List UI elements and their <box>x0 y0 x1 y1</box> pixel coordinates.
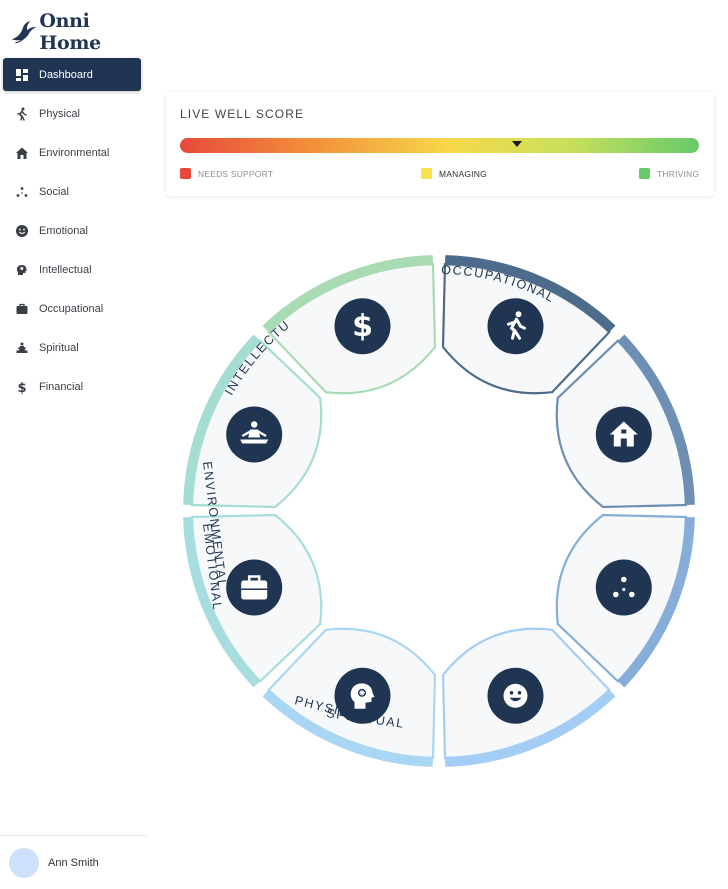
sidebar-item-label: Dashboard <box>39 68 93 81</box>
legend-swatch-yellow <box>421 168 432 179</box>
dollar-icon: $ <box>15 380 29 394</box>
sidebar-item-label: Intellectual <box>39 263 92 276</box>
social-dots-icon[interactable] <box>595 559 652 616</box>
home-icon <box>15 146 29 160</box>
legend-swatch-green <box>639 168 650 179</box>
briefcase-icon[interactable] <box>226 559 283 616</box>
brain-head-icon[interactable] <box>334 667 391 724</box>
legend-needs-support: NEEDS SUPPORT <box>180 168 273 179</box>
live-well-score-card: LIVE WELL SCORE NEEDS SUPPORT MANAGING T… <box>166 92 714 196</box>
sidebar-item-label: Physical <box>39 107 80 120</box>
home-icon[interactable] <box>595 406 652 463</box>
meditation-icon <box>15 341 29 355</box>
legend-managing: MANAGING <box>421 168 487 179</box>
score-marker <box>512 141 523 147</box>
sidebar-item-occupational[interactable]: Occupational <box>3 292 141 325</box>
sidebar-item-intellectual[interactable]: Intellectual <box>3 253 141 286</box>
sidebar-item-environmental[interactable]: Environmental <box>3 136 141 169</box>
svg-text:$: $ <box>17 381 26 394</box>
score-title: LIVE WELL SCORE <box>180 107 305 121</box>
sidebar-item-dashboard[interactable]: Dashboard <box>3 58 141 91</box>
legend-label: MANAGING <box>439 168 487 179</box>
legend-thriving: THRIVING <box>639 168 699 179</box>
score-gradient-bar <box>180 138 699 153</box>
user-profile[interactable]: Ann Smith <box>0 835 147 889</box>
sidebar-nav: Dashboard Physical Environmental Social … <box>3 58 141 409</box>
meditation-icon[interactable] <box>226 406 283 463</box>
avatar[interactable] <box>9 847 39 878</box>
walking-icon[interactable] <box>487 298 544 355</box>
legend-label: NEEDS SUPPORT <box>198 168 274 179</box>
sidebar-item-financial[interactable]: $ Financial <box>3 370 141 403</box>
sidebar-item-label: Social <box>39 185 69 198</box>
sidebar-item-label: Financial <box>39 380 84 393</box>
app-name: Onni Home <box>39 10 101 54</box>
bird-logo-icon <box>11 21 37 44</box>
sidebar-item-label: Emotional <box>39 224 88 237</box>
briefcase-icon <box>15 302 29 316</box>
dashboard-icon <box>15 68 29 82</box>
legend-label: THRIVING <box>657 168 700 179</box>
sidebar-item-label: Spiritual <box>39 341 79 354</box>
legend-swatch-red <box>180 168 191 179</box>
sidebar-item-label: Occupational <box>39 302 104 315</box>
smile-icon <box>15 224 29 238</box>
walking-icon <box>15 107 29 121</box>
dollar-icon[interactable] <box>334 298 391 355</box>
smile-icon[interactable] <box>487 667 544 724</box>
sidebar: Onni Home Dashboard Physical Environment… <box>0 0 147 889</box>
sidebar-item-spiritual[interactable]: Spiritual <box>3 331 141 364</box>
user-name: Ann Smith <box>48 856 99 869</box>
social-dots-icon <box>15 185 29 199</box>
app-logo[interactable]: Onni Home <box>10 10 147 54</box>
sidebar-item-emotional[interactable]: Emotional <box>3 214 141 247</box>
brain-head-icon <box>15 263 29 277</box>
sidebar-item-physical[interactable]: Physical <box>3 97 141 130</box>
sidebar-item-social[interactable]: Social <box>3 175 141 208</box>
sidebar-item-label: Environmental <box>39 146 110 159</box>
